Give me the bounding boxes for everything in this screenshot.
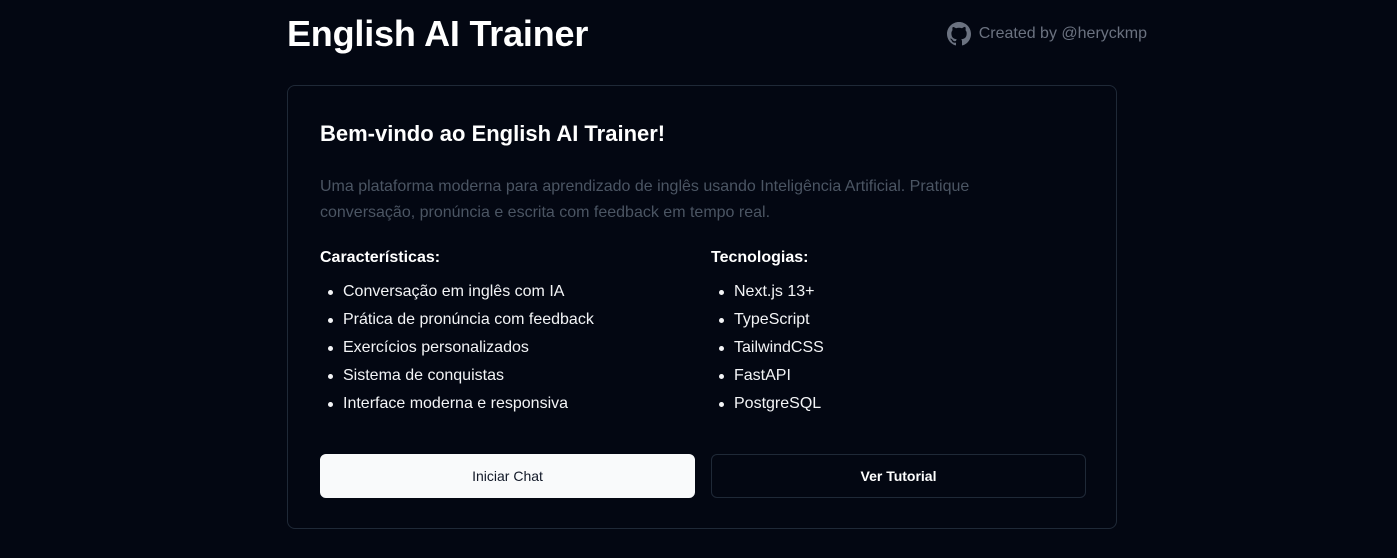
start-chat-button[interactable]: Iniciar Chat bbox=[320, 454, 695, 498]
list-item: Conversação em inglês com IA bbox=[320, 278, 680, 306]
technologies-list: Next.js 13+ TypeScript TailwindCSS FastA… bbox=[711, 278, 1071, 418]
list-item: Next.js 13+ bbox=[711, 278, 1071, 306]
credit-text: Created by @heryckmp bbox=[978, 25, 1147, 42]
card-title: Bem-vindo ao English AI Trainer! bbox=[320, 121, 666, 146]
list-item: TypeScript bbox=[711, 306, 1071, 334]
technologies-section: Tecnologias: Next.js 13+ TypeScript Tail… bbox=[711, 246, 1071, 418]
bullet-icon bbox=[719, 402, 724, 407]
features-section: Características: Conversação em inglês c… bbox=[320, 246, 680, 418]
list-item: Prática de pronúncia com feedback bbox=[320, 306, 680, 334]
app-title: English AI Trainer bbox=[287, 13, 589, 54]
list-item: PostgreSQL bbox=[711, 390, 1071, 418]
bullet-icon bbox=[328, 374, 333, 379]
technologies-heading: Tecnologias: bbox=[711, 249, 809, 266]
github-credit-link[interactable]: Created by @heryckmp bbox=[946, 22, 1147, 46]
list-item: Interface moderna e responsiva bbox=[320, 390, 680, 418]
bullet-icon bbox=[719, 346, 724, 351]
features-heading: Características: bbox=[320, 249, 441, 266]
page: English AI Trainer Created by @heryckmp … bbox=[0, 0, 1397, 558]
bullet-icon bbox=[328, 290, 333, 295]
list-item: TailwindCSS bbox=[711, 334, 1071, 362]
list-item: Exercícios personalizados bbox=[320, 334, 680, 362]
github-icon bbox=[946, 22, 971, 46]
welcome-card: Bem-vindo ao English AI Trainer! Uma pla… bbox=[287, 85, 1117, 529]
view-tutorial-button[interactable]: Ver Tutorial bbox=[711, 454, 1086, 498]
card-description: Uma plataforma moderna para aprendizado … bbox=[320, 178, 970, 221]
features-list: Conversação em inglês com IA Prática de … bbox=[320, 278, 680, 418]
list-item: Sistema de conquistas bbox=[320, 362, 680, 390]
bullet-icon bbox=[719, 290, 724, 295]
list-item: FastAPI bbox=[711, 362, 1071, 390]
bullet-icon bbox=[328, 318, 333, 323]
bullet-icon bbox=[328, 346, 333, 351]
bullet-icon bbox=[719, 374, 724, 379]
bullet-icon bbox=[328, 402, 333, 407]
bullet-icon bbox=[719, 318, 724, 323]
